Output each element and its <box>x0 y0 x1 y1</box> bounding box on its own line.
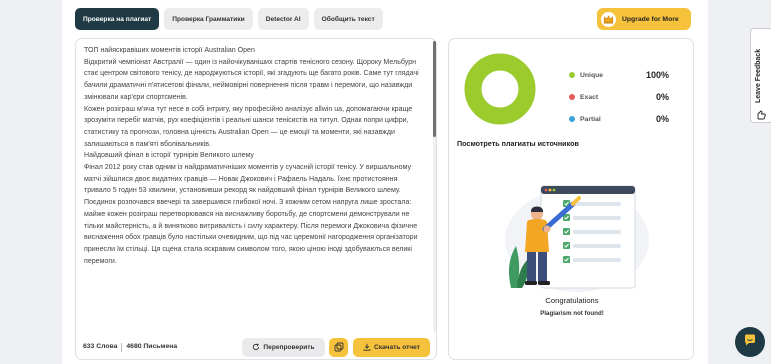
donut-unique-arc <box>464 53 536 125</box>
tab-grammar-check[interactable]: Проверка Грамматики <box>164 8 253 30</box>
stat-label: Unique <box>580 71 604 79</box>
unique-dot <box>569 72 575 78</box>
stat-label: Partial <box>580 115 601 123</box>
stat-partial: Partial 0% <box>569 108 669 130</box>
tab-summarize[interactable]: Обобщить текст <box>313 8 383 30</box>
results-panel: Unique 100% Exact 0% Partial 0% Посмотре… <box>448 38 694 360</box>
upgrade-label: Upgrade for More <box>622 15 679 23</box>
chat-button[interactable] <box>735 327 765 357</box>
feedback-icon <box>756 107 766 125</box>
recheck-label: Перепроверить <box>263 344 315 351</box>
sources-title: Посмотреть плагиаты источников <box>457 139 579 148</box>
chat-icon <box>743 333 757 352</box>
stat-exact: Exact 0% <box>569 86 669 108</box>
feedback-label: Leave Feedback <box>755 48 762 103</box>
text-paragraph: Відкритий чемпіонат Австралії — один із … <box>84 58 419 101</box>
copy-button[interactable] <box>329 338 348 357</box>
text-counts: 633 Слова 4680 Письмена <box>83 343 177 352</box>
editor-scrollbar[interactable] <box>433 41 436 333</box>
text-editor: ТОП найяскравіших моментів історії Austr… <box>75 38 437 360</box>
word-count: 633 Слова <box>83 343 118 350</box>
text-paragraph: ТОП найяскравіших моментів історії Austr… <box>84 47 255 54</box>
tab-plagiarism-check[interactable]: Проверка на плагиат <box>75 8 160 30</box>
crown-icon <box>601 11 616 27</box>
stat-value: 0% <box>655 114 669 124</box>
result-stats: Unique 100% Exact 0% Partial 0% <box>569 64 669 130</box>
recheck-button[interactable]: Перепроверить <box>242 338 325 357</box>
stat-value: 0% <box>655 92 669 102</box>
exact-dot <box>569 94 575 100</box>
stat-label: Exact <box>580 93 599 101</box>
stat-value: 100% <box>645 70 669 80</box>
char-count: 4680 Письмена <box>126 343 178 350</box>
text-input[interactable]: ТОП найяскравіших моментів історії Austr… <box>84 45 426 335</box>
tab-ai-detector[interactable]: Detector AI <box>257 8 309 30</box>
editor-footer: 633 Слова 4680 Письмена Перепроверить Ск… <box>76 336 436 360</box>
main-page: Проверка на плагиат Проверка Грамматики … <box>62 0 708 364</box>
count-divider <box>121 343 123 352</box>
text-paragraph: Кожен розіграш м'яча тут несе в собі інт… <box>84 105 413 148</box>
download-label: Скачать отчет <box>374 344 420 351</box>
text-paragraph: Найдовший фінал в історії турнірів Велик… <box>84 152 254 160</box>
plagiarism-not-found-text: Plagiarism not found! <box>540 310 604 317</box>
leave-feedback-tab[interactable]: Leave Feedback <box>750 28 771 123</box>
tool-tabs: Проверка на плагиат Проверка Грамматики … <box>75 8 383 30</box>
stat-unique: Unique 100% <box>569 64 669 86</box>
no-plagiarism-illustration <box>505 185 649 292</box>
copy-icon <box>334 339 344 357</box>
editor-scroll-thumb[interactable] <box>433 41 436 137</box>
upgrade-button[interactable]: Upgrade for More <box>597 8 691 30</box>
refresh-icon <box>252 342 260 353</box>
text-paragraph: Фінал 2012 року став одним із найдрамати… <box>84 164 412 195</box>
download-report-button[interactable]: Скачать отчет <box>353 338 430 357</box>
congrats-title: Congratulations <box>545 296 599 305</box>
partial-dot <box>569 116 575 122</box>
download-icon <box>363 343 371 353</box>
uniqueness-donut-chart <box>464 53 536 125</box>
text-paragraph: Поєдинок розпочався ввечері та завершивс… <box>84 199 418 265</box>
